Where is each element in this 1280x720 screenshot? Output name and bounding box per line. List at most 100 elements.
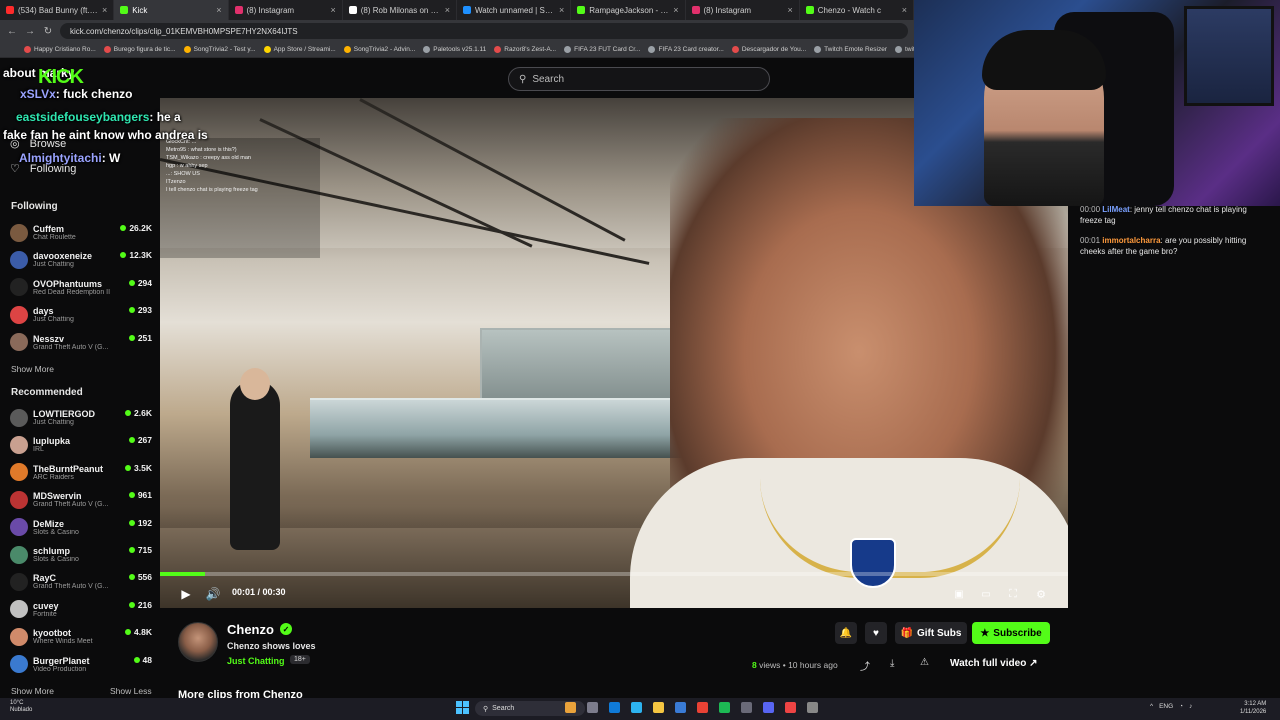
bookmark-item[interactable]: Happy Cristiano Ro...: [24, 46, 96, 53]
taskbar-app-icon[interactable]: [653, 702, 664, 713]
browser-tab[interactable]: Kick ×: [114, 0, 229, 20]
show-more-following[interactable]: Show More: [11, 364, 54, 374]
taskbar-app-icon[interactable]: [763, 702, 774, 713]
share-icon[interactable]: ⤴: [860, 658, 870, 673]
browser-tab[interactable]: (8) Rob Milonas on X: "https:// ×: [343, 0, 457, 20]
avatar: [10, 463, 28, 482]
sidebar-channel-item[interactable]: MDSwervin Grand Theft Auto V (G... 961: [10, 486, 152, 513]
show-less-recommended[interactable]: Show Less: [110, 686, 152, 696]
follow-button[interactable]: ♥: [865, 622, 887, 644]
video-scene-woman-head: [240, 368, 270, 400]
sidebar-channel-item[interactable]: luplupka IRL 267: [10, 431, 152, 458]
notification-bell-button[interactable]: 🔔: [835, 622, 857, 644]
channel-name: Cuffem: [33, 224, 64, 234]
browser-tab[interactable]: (8) Instagram ×: [229, 0, 343, 20]
category-link[interactable]: Just Chatting: [227, 656, 285, 666]
taskbar-app-icon[interactable]: [697, 702, 708, 713]
windows-start-icon[interactable]: [456, 701, 469, 714]
bookmark-item[interactable]: FIFA 23 FUT Card Cr...: [564, 46, 640, 53]
show-more-recommended[interactable]: Show More: [11, 686, 54, 696]
taskbar-app-icon[interactable]: [807, 702, 818, 713]
taskbar-app-icon[interactable]: [785, 702, 796, 713]
forward-icon[interactable]: →: [24, 26, 36, 37]
channel-text: luplupka IRL: [33, 436, 129, 453]
sidebar-channel-item[interactable]: kyootbot Where Winds Meet 4.8K: [10, 623, 152, 650]
bookmark-item[interactable]: Descargador de You...: [731, 46, 806, 53]
chat-username[interactable]: LilMeat: [1102, 205, 1130, 214]
viewer-count: 192: [128, 518, 152, 528]
language-indicator[interactable]: ENG: [1159, 703, 1173, 710]
bookmark-item[interactable]: App Store / Streami...: [263, 46, 336, 53]
age-badge: 18+: [290, 655, 310, 664]
sidebar-channel-item[interactable]: LOWTIERGOD Just Chatting 2.6K: [10, 404, 152, 431]
bookmark-item[interactable]: FIFA 23 Card creator...: [648, 46, 724, 53]
close-icon[interactable]: ×: [330, 5, 335, 15]
bookmark-item[interactable]: SongTrivia2 - Advin...: [343, 46, 415, 53]
weather-widget[interactable]: 10°C Nublado: [10, 700, 32, 714]
channel-name[interactable]: Chenzo: [227, 622, 274, 637]
search-input[interactable]: ⚲ Search: [508, 67, 770, 91]
avatar: [10, 408, 28, 427]
chevron-up-icon[interactable]: ^: [1150, 703, 1153, 710]
live-dot-icon: [128, 519, 135, 526]
bookmark-item[interactable]: Paletools v25.1.11: [423, 46, 486, 53]
theater-mode-icon[interactable]: ▭: [977, 585, 995, 603]
sidebar-channel-item[interactable]: OVOPhantuums Red Dead Redemption II 294: [10, 274, 152, 301]
sidebar-channel-item[interactable]: Nesszv Grand Theft Auto V (G... 251: [10, 329, 152, 356]
sidebar-channel-item[interactable]: DeMize Slots & Casino 192: [10, 514, 152, 541]
close-icon[interactable]: ×: [216, 5, 221, 15]
bookmark-item[interactable]: SongTrivia2 - Test y...: [183, 46, 256, 53]
wifi-icon[interactable]: ◔: [1179, 703, 1183, 710]
taskbar-app-icon[interactable]: [741, 702, 752, 713]
sidebar-channel-item[interactable]: Cuffem Chat Roulette 26.2K: [10, 219, 152, 246]
volume-icon[interactable]: 🔊: [204, 585, 222, 603]
sidebar-channel-item[interactable]: cuvey Fortnite 216: [10, 596, 152, 623]
close-icon[interactable]: ×: [102, 5, 107, 15]
taskbar-app-icon[interactable]: [609, 702, 620, 713]
sidebar-channel-item[interactable]: BurgerPlanet Video Production 48: [10, 651, 152, 678]
browser-tab[interactable]: (8) Instagram ×: [686, 0, 800, 20]
progress-bar[interactable]: [160, 572, 1068, 576]
sidebar-channel-item[interactable]: TheBurntPeanut ARC Raiders 3.5K: [10, 459, 152, 486]
close-icon[interactable]: ×: [787, 5, 792, 15]
bookmark-favicon-icon: [814, 46, 822, 53]
viewer-count-value: 12.3K: [129, 250, 152, 261]
report-icon[interactable]: ⚠: [920, 657, 929, 668]
taskbar-app-icon[interactable]: [587, 702, 598, 713]
download-icon[interactable]: ⤓: [890, 658, 894, 669]
bookmark-item[interactable]: Razor8's Zest-A...: [494, 46, 556, 53]
subscribe-button[interactable]: ★ Subscribe: [972, 622, 1050, 644]
taskbar-app-icon[interactable]: [565, 702, 576, 713]
watch-full-video-link[interactable]: Watch full video ↗: [950, 658, 1037, 669]
pip-icon[interactable]: ▣: [950, 585, 968, 603]
play-icon[interactable]: ▶: [177, 585, 195, 603]
sidebar-channel-item[interactable]: davooxeneize Just Chatting 12.3K: [10, 246, 152, 273]
close-icon[interactable]: ×: [902, 5, 907, 15]
browser-tab[interactable]: Watch unnamed | Streamable ×: [457, 0, 572, 20]
close-icon[interactable]: ×: [673, 5, 678, 15]
sidebar-channel-item[interactable]: RayC Grand Theft Auto V (G... 556: [10, 568, 152, 595]
channel-avatar[interactable]: [178, 622, 218, 662]
taskbar-clock[interactable]: 3:12 AM 1/11/2026: [1240, 700, 1266, 716]
url-field[interactable]: kick.com/chenzo/clips/clip_01KEMVBH0MPSP…: [60, 23, 908, 39]
browser-tab[interactable]: Chenzo - Watch c ×: [800, 0, 914, 20]
close-icon[interactable]: ×: [559, 5, 564, 15]
close-icon[interactable]: ×: [445, 5, 450, 15]
browser-tab[interactable]: (534) Bad Bunny (ft. Jhay Cortez) ×: [0, 0, 115, 20]
fullscreen-icon[interactable]: ⛶: [1004, 585, 1022, 603]
speaker-icon[interactable]: ♪: [1189, 703, 1192, 710]
kick-logo[interactable]: KICK: [38, 66, 84, 89]
bookmark-item[interactable]: Twitch Emote Resizer: [814, 46, 887, 53]
sidebar-channel-item[interactable]: schlump Slots & Casino 715: [10, 541, 152, 568]
taskbar-app-icon[interactable]: [675, 702, 686, 713]
taskbar-app-icon[interactable]: [631, 702, 642, 713]
chat-username[interactable]: immortalcharra: [1102, 236, 1160, 245]
settings-icon[interactable]: ⚙: [1032, 585, 1050, 603]
sidebar-channel-item[interactable]: days Just Chatting 293: [10, 301, 152, 328]
bookmark-item[interactable]: Burego figura de tic...: [103, 46, 176, 53]
browser-tab[interactable]: RampageJackson - Watch clips ×: [571, 0, 686, 20]
gift-subs-button[interactable]: 🎁 Gift Subs: [895, 622, 967, 644]
taskbar-app-icon[interactable]: [719, 702, 730, 713]
reload-icon[interactable]: ↻: [42, 26, 54, 37]
back-icon[interactable]: ←: [6, 26, 18, 37]
